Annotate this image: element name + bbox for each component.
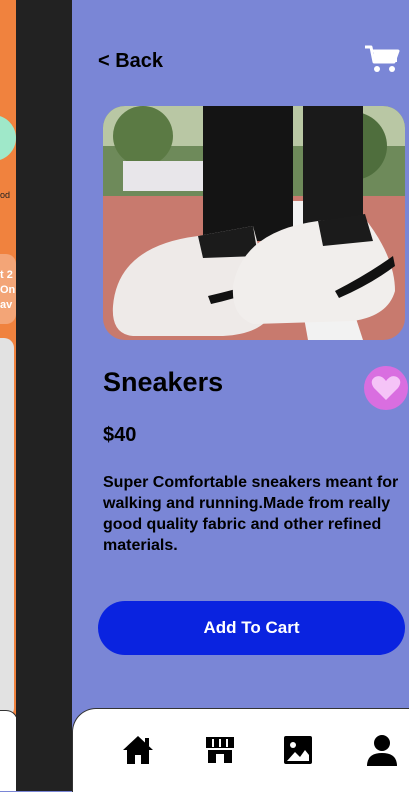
profile-icon[interactable]: [365, 733, 399, 767]
home-icon[interactable]: [121, 733, 155, 767]
back-button[interactable]: < Back: [98, 50, 163, 73]
bottom-navigation: [72, 708, 409, 792]
peek-card: [0, 338, 14, 718]
product-description: Super Comfortable sneakers meant for wal…: [103, 474, 399, 554]
peek-badge-line: t 2: [0, 269, 13, 281]
peek-badge-line: av: [0, 299, 13, 311]
product-price: $40: [103, 424, 137, 446]
peek-badge-text: t 2 On av: [0, 268, 15, 313]
product-detail-screen: < Back Sneakers $40 Super Comfortable sn…: [72, 0, 409, 792]
heart-icon[interactable]: [364, 366, 408, 410]
peek-badge-line: On: [0, 284, 16, 296]
gallery-icon[interactable]: [281, 733, 315, 767]
cart-icon[interactable]: [364, 44, 400, 74]
add-to-cart-button[interactable]: Add To Cart: [98, 601, 405, 655]
peek-bottom-nav: [0, 710, 16, 791]
previous-screen-peek: od t 2 On av: [0, 0, 16, 791]
peek-category-circle: [0, 115, 16, 161]
screen-divider: [16, 0, 72, 791]
peek-label: od: [0, 190, 11, 200]
product-name: Sneakers: [103, 367, 224, 397]
product-image: [103, 106, 405, 340]
store-icon[interactable]: [203, 733, 237, 767]
